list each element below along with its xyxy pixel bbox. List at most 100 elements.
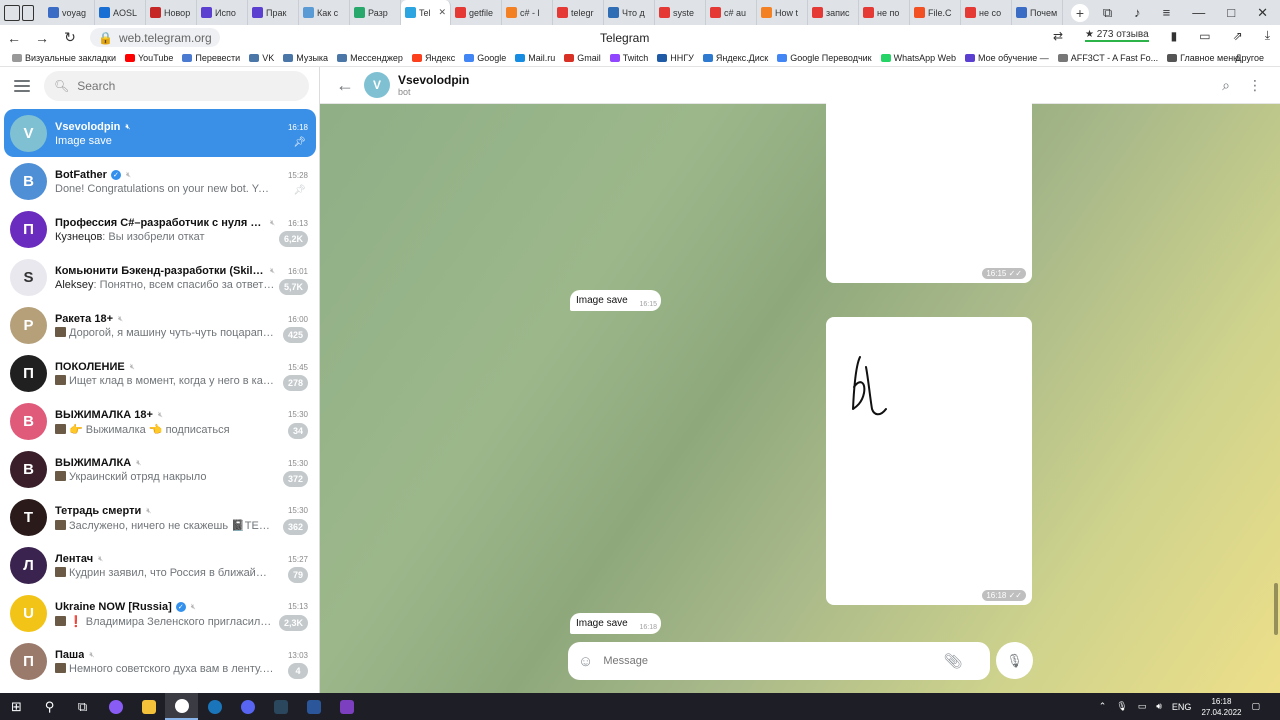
chat-list-item[interactable]: Р Ракета 18+ 🔇︎ 16:00 Дорогой, я машину чу…: [4, 301, 316, 349]
bookmark-item[interactable]: Gmail: [564, 53, 601, 63]
taskbar-steam[interactable]: [198, 693, 231, 720]
main-menu-icon[interactable]: [14, 80, 30, 92]
taskbar-yandex-browser[interactable]: [165, 693, 198, 720]
minimize-icon[interactable]: —: [1192, 5, 1205, 20]
search-box[interactable]: 🔍︎: [44, 71, 309, 101]
bookmark-item[interactable]: Яндекс: [411, 53, 455, 63]
home-button[interactable]: [0, 0, 44, 25]
browser-tab[interactable]: Tel ✕: [401, 0, 451, 25]
bookmark-item[interactable]: YouTube: [125, 53, 173, 63]
site-rating[interactable]: ★ 273 отзыва: [1085, 29, 1149, 42]
text-message[interactable]: Image save 16:18: [570, 613, 661, 634]
chat-list-item[interactable]: П Профессия C#–разработчик с нуля до ...…: [4, 205, 316, 253]
chat-list-item[interactable]: U Ukraine NOW [Russia] ✓ 🔇︎ 15:13 ❗ Владими…: [4, 589, 316, 637]
bookmark-item[interactable]: Мое обучение —: [964, 53, 1049, 63]
chat-title[interactable]: Vsevolodpin: [398, 73, 469, 87]
bookmark-item[interactable]: Twitch: [609, 53, 648, 63]
network-icon[interactable]: ▭: [1138, 701, 1147, 712]
chat-list-item[interactable]: В ВЫЖИМАЛКА 🔇︎ 15:30 Украинский отряд накр…: [4, 445, 316, 493]
taskbar-alice[interactable]: [99, 693, 132, 720]
speaker-icon[interactable]: 🔊︎: [1156, 701, 1162, 712]
image-message[interactable]: 16:15 ✓✓: [826, 97, 1032, 283]
emoji-icon[interactable]: ☺: [578, 653, 593, 670]
browser-tab[interactable]: File.C: [910, 0, 961, 25]
bookmark-item[interactable]: Mail.ru: [515, 53, 555, 63]
tab-manager-icon[interactable]: ⧉: [1103, 5, 1112, 21]
task-view-button[interactable]: ⧉: [66, 693, 99, 720]
message-input[interactable]: [603, 655, 944, 667]
keyboard-language[interactable]: ENG: [1172, 702, 1192, 712]
bookmark-item[interactable]: Google Переводчик: [777, 53, 872, 63]
browser-tab[interactable]: Разр: [350, 0, 401, 25]
bookmark-item[interactable]: Музыка: [283, 53, 328, 63]
chevron-up-icon[interactable]: ⌃: [1099, 701, 1107, 712]
taskbar-explorer[interactable]: [132, 693, 165, 720]
taskbar-word[interactable]: [297, 693, 330, 720]
chat-list-item[interactable]: П ПОКОЛЕНИЕ 🔇︎ 15:45 Ищет клад в момент, к…: [4, 349, 316, 397]
notification-center-icon[interactable]: ▢: [1251, 701, 1260, 712]
browser-tab[interactable]: Почем: [1012, 0, 1063, 25]
image-message[interactable]: 16:18 ✓✓: [826, 317, 1032, 605]
bookmark-item[interactable]: WhatsApp Web: [880, 53, 956, 63]
bookmark-item[interactable]: Google: [464, 53, 506, 63]
browser-tab[interactable]: Что д: [604, 0, 655, 25]
browser-tab[interactable]: Прак: [248, 0, 299, 25]
taskbar-discord[interactable]: [231, 693, 264, 720]
bookmark-item[interactable]: AFF3CT - A Fast Fo...: [1057, 53, 1158, 63]
browser-tab[interactable]: Новор: [146, 0, 197, 25]
browser-tab[interactable]: syste: [655, 0, 706, 25]
close-tab-icon[interactable]: ✕: [438, 7, 446, 18]
bookmark-icon[interactable]: ▮: [1171, 29, 1178, 43]
bookmark-item[interactable]: Мессенджер: [337, 53, 403, 63]
browser-tab[interactable]: запис: [808, 0, 859, 25]
chat-list-item[interactable]: V Vsevolodpin 🔇︎ 16:18 Image save 📌︎: [4, 109, 316, 157]
microphone-icon[interactable]: 🎙︎: [1116, 701, 1127, 712]
browser-tab[interactable]: getfile: [451, 0, 502, 25]
translate-icon[interactable]: ⇄: [1053, 29, 1063, 43]
bookmark-item[interactable]: Визуальные закладки: [12, 53, 116, 63]
chat-list-item[interactable]: S Комьюнити Бэкенд-разработки (Skillb...…: [4, 253, 316, 301]
browser-tab[interactable]: telegr: [553, 0, 604, 25]
browser-tab[interactable]: не по: [859, 0, 910, 25]
download-icon[interactable]: ⤓: [1265, 28, 1270, 43]
start-button[interactable]: ⊞: [0, 693, 33, 720]
browser-tab[interactable]: не со: [961, 0, 1012, 25]
taskbar-visual-studio[interactable]: [330, 693, 363, 720]
reload-icon[interactable]: ↻: [56, 29, 84, 46]
clock[interactable]: 16:18 27.04.2022: [1201, 696, 1241, 718]
search-input[interactable]: [77, 79, 278, 93]
bookmark-item[interactable]: Яндекс.Диск: [702, 53, 768, 63]
chat-list-item[interactable]: В ВЫЖИМАЛКА 18+ 🔇︎ 15:30 👉 Выжималка 👈 под…: [4, 397, 316, 445]
taskbar-steam-2[interactable]: [264, 693, 297, 720]
bookmark-item[interactable]: Перевести: [182, 53, 240, 63]
browser-tab[interactable]: Как с: [299, 0, 350, 25]
voice-record-button[interactable]: 🎙︎: [996, 642, 1033, 679]
attach-icon[interactable]: 📎︎: [943, 652, 962, 670]
share-icon[interactable]: ⇗: [1233, 29, 1243, 43]
search-icon[interactable]: ⌕: [1222, 77, 1230, 94]
chat-avatar[interactable]: V: [364, 72, 390, 98]
new-tab-button[interactable]: +: [1071, 3, 1089, 22]
back-arrow-icon[interactable]: ←: [336, 75, 354, 96]
text-message[interactable]: Image save 16:15: [570, 290, 661, 311]
forward-nav-icon[interactable]: →: [28, 30, 56, 46]
browser-tab[interactable]: c# - l: [502, 0, 553, 25]
more-options-icon[interactable]: ⋮: [1248, 77, 1262, 94]
bookmark-item[interactable]: Главное меню: [1167, 53, 1240, 63]
search-button[interactable]: ⚲: [33, 693, 66, 720]
back-nav-icon[interactable]: ←: [0, 30, 28, 46]
browser-tab[interactable]: c# au: [706, 0, 757, 25]
chat-list-item[interactable]: B BotFather ✓ 🔇︎ 15:28 Done! Congratulation…: [4, 157, 316, 205]
close-window-icon[interactable]: ✕: [1257, 5, 1268, 21]
maximize-icon[interactable]: □: [1227, 5, 1235, 20]
url-field[interactable]: 🔒 web.telegram.org: [90, 28, 220, 47]
chat-list-item[interactable]: Л Лентач 🔇︎ 15:27 Кудрин заявил, что Росси…: [4, 541, 316, 589]
notifications-icon[interactable]: ♪: [1134, 5, 1141, 20]
chat-scrollbar[interactable]: [1274, 583, 1278, 635]
browser-tab[interactable]: Испо: [197, 0, 248, 25]
other-bookmarks[interactable]: Другое: [1235, 53, 1264, 63]
chat-list-item[interactable]: П Паша 🔇︎ 13:03 Немного советского духа ва…: [4, 637, 316, 685]
browser-tab[interactable]: How t: [757, 0, 808, 25]
extensions-icon[interactable]: ▭: [1199, 29, 1210, 43]
bookmark-item[interactable]: ННГУ: [657, 53, 694, 63]
